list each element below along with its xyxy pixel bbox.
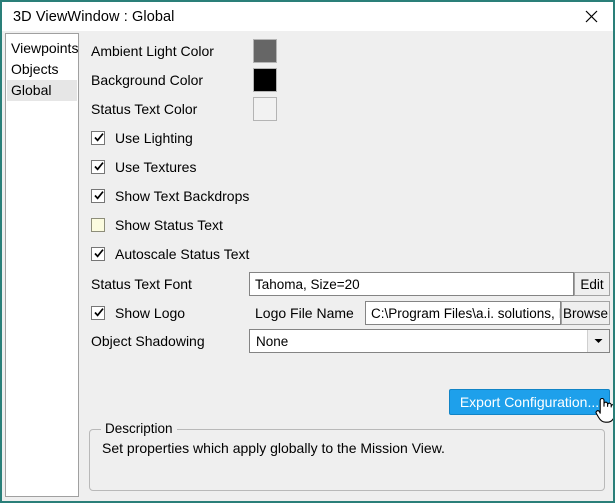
status-text-color-swatch[interactable] bbox=[253, 97, 277, 121]
status-text-font-row: Status Text Font bbox=[91, 272, 192, 296]
object-shadowing-select[interactable]: None bbox=[249, 329, 610, 353]
checkbox-box bbox=[91, 160, 105, 174]
status-text-color-label: Status Text Color bbox=[91, 101, 198, 117]
checkbox-box bbox=[91, 247, 105, 261]
check-icon bbox=[94, 249, 104, 258]
dialog-body: Viewpoints Objects Global Ambient Light … bbox=[2, 31, 613, 501]
show-status-text-label: Show Status Text bbox=[115, 217, 223, 233]
use-textures-label: Use Textures bbox=[115, 159, 197, 175]
show-text-backdrops-label: Show Text Backdrops bbox=[115, 188, 250, 204]
object-shadowing-row: Object Shadowing bbox=[91, 329, 205, 353]
checkbox-box bbox=[91, 131, 105, 145]
status-text-color-row: Status Text Color bbox=[91, 97, 197, 121]
object-shadowing-label: Object Shadowing bbox=[91, 333, 205, 349]
status-text-font-label: Status Text Font bbox=[91, 276, 192, 292]
object-shadowing-value: None bbox=[256, 333, 289, 349]
use-lighting-label: Use Lighting bbox=[115, 130, 193, 146]
description-text: Set properties which apply globally to t… bbox=[102, 440, 445, 456]
logo-file-name-label: Logo File Name bbox=[255, 305, 354, 321]
logo-file-name-input[interactable]: C:\Program Files\a.i. solutions, Inc bbox=[365, 301, 561, 325]
sidebar-item-global[interactable]: Global bbox=[7, 80, 77, 101]
check-icon bbox=[94, 162, 104, 171]
settings-panel: Ambient Light Color Background Color Sta… bbox=[81, 31, 613, 501]
logo-file-name-value: C:\Program Files\a.i. solutions, Inc bbox=[371, 305, 561, 321]
autoscale-status-text-label: Autoscale Status Text bbox=[115, 246, 250, 262]
sidebar-item-objects[interactable]: Objects bbox=[7, 59, 77, 80]
checkbox-box bbox=[91, 306, 105, 320]
title-bar: 3D ViewWindow : Global bbox=[2, 2, 613, 31]
check-icon bbox=[94, 133, 104, 142]
dialog-window: 3D ViewWindow : Global Viewpoints Object… bbox=[0, 0, 615, 503]
checkbox-box bbox=[91, 218, 105, 232]
show-logo-checkbox[interactable]: Show Logo bbox=[91, 303, 185, 323]
window-title: 3D ViewWindow : Global bbox=[13, 8, 175, 25]
status-text-font-value: Tahoma, Size=20 bbox=[255, 276, 360, 292]
check-icon bbox=[94, 191, 104, 200]
ambient-light-color-row: Ambient Light Color bbox=[91, 39, 214, 63]
show-status-text-checkbox[interactable]: Show Status Text bbox=[91, 215, 223, 235]
sidebar-item-viewpoints[interactable]: Viewpoints bbox=[7, 38, 78, 59]
background-color-row: Background Color bbox=[91, 68, 203, 92]
checkbox-box bbox=[91, 189, 105, 203]
show-logo-label: Show Logo bbox=[115, 305, 186, 321]
use-lighting-checkbox[interactable]: Use Lighting bbox=[91, 128, 193, 148]
ambient-light-color-label: Ambient Light Color bbox=[91, 43, 214, 59]
category-listbox[interactable]: Viewpoints Objects Global bbox=[5, 33, 79, 497]
status-text-font-input[interactable]: Tahoma, Size=20 bbox=[249, 272, 574, 296]
logo-file-name-row: Logo File Name bbox=[255, 301, 354, 325]
background-color-label: Background Color bbox=[91, 72, 204, 88]
chevron-down-icon[interactable] bbox=[587, 330, 609, 352]
check-icon bbox=[94, 308, 104, 317]
show-text-backdrops-checkbox[interactable]: Show Text Backdrops bbox=[91, 186, 249, 206]
export-configuration-button[interactable]: Export Configuration... bbox=[449, 389, 610, 415]
ambient-light-color-swatch[interactable] bbox=[253, 39, 277, 63]
description-group: Description Set properties which apply g… bbox=[89, 421, 605, 491]
use-textures-checkbox[interactable]: Use Textures bbox=[91, 157, 196, 177]
close-button[interactable] bbox=[569, 2, 613, 31]
edit-font-button[interactable]: Edit bbox=[574, 272, 610, 296]
close-icon bbox=[585, 10, 597, 23]
browse-logo-button[interactable]: Browse bbox=[561, 301, 610, 325]
description-legend: Description bbox=[101, 421, 177, 436]
background-color-swatch[interactable] bbox=[253, 68, 277, 92]
autoscale-status-text-checkbox[interactable]: Autoscale Status Text bbox=[91, 244, 249, 264]
